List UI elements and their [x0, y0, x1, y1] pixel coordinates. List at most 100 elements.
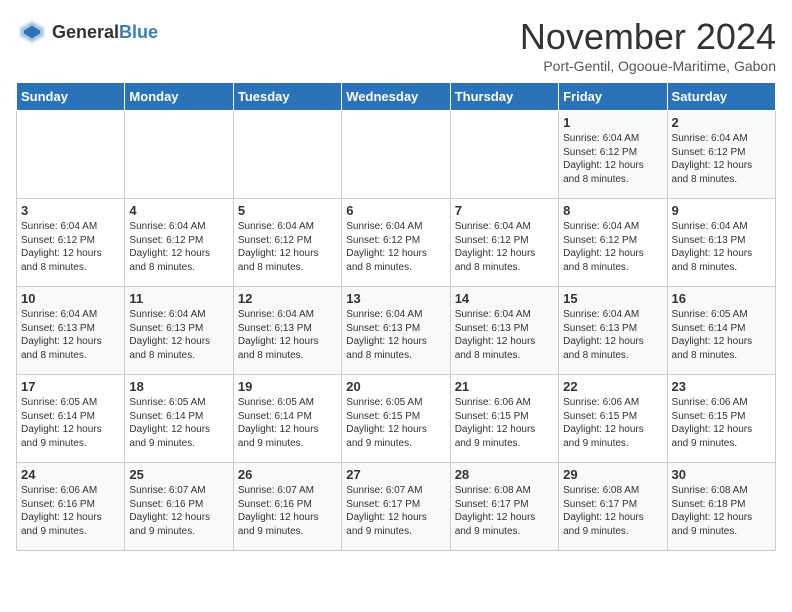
calendar-cell: 2 Sunrise: 6:04 AM Sunset: 6:12 PM Daylig… — [667, 111, 775, 199]
cell-info: Sunrise: 6:05 AM Sunset: 6:14 PM Dayligh… — [129, 396, 228, 450]
day-number: 26 — [238, 467, 337, 482]
calendar-cell: 10 Sunrise: 6:04 AM Sunset: 6:13 PM Dayli… — [17, 287, 125, 375]
cell-info: Sunrise: 6:04 AM Sunset: 6:13 PM Dayligh… — [21, 308, 120, 362]
header-thursday: Thursday — [450, 83, 558, 111]
day-number: 6 — [346, 203, 445, 218]
day-number: 3 — [21, 203, 120, 218]
calendar-cell: 17Sunrise: 6:05 AM Sunset: 6:14 PM Dayli… — [17, 375, 125, 463]
day-number: 14 — [455, 291, 554, 306]
day-number: 16 — [672, 291, 771, 306]
cell-info: Sunrise: 6:05 AM Sunset: 6:14 PM Dayligh… — [672, 308, 771, 362]
cell-info: Sunrise: 6:07 AM Sunset: 6:16 PM Dayligh… — [129, 484, 228, 538]
calendar-cell: 22 Sunrise: 6:06 AM Sunset: 6:15 PM Dayli… — [559, 375, 667, 463]
day-number: 28 — [455, 467, 554, 482]
day-number: 30 — [672, 467, 771, 482]
logo-icon — [16, 16, 48, 48]
day-number: 13 — [346, 291, 445, 306]
day-number: 21 — [455, 379, 554, 394]
cell-info: Sunrise: 6:08 AM Sunset: 6:17 PM Dayligh… — [563, 484, 662, 538]
title-area: November 2024 Port-Gentil, Ogooue-Mariti… — [520, 16, 776, 74]
calendar-cell: 11 Sunrise: 6:04 AM Sunset: 6:13 PM Dayli… — [125, 287, 233, 375]
calendar-cell — [342, 111, 450, 199]
day-number: 9 — [672, 203, 771, 218]
calendar-cell: 13 Sunrise: 6:04 AM Sunset: 6:13 PM Dayli… — [342, 287, 450, 375]
header-monday: Monday — [125, 83, 233, 111]
calendar-cell — [125, 111, 233, 199]
calendar-cell: 14 Sunrise: 6:04 AM Sunset: 6:13 PM Dayli… — [450, 287, 558, 375]
day-number: 25 — [129, 467, 228, 482]
day-number: 23 — [672, 379, 771, 394]
calendar-table: SundayMondayTuesdayWednesdayThursdayFrid… — [16, 82, 776, 551]
header: GeneralBlue November 2024 Port-Gentil, O… — [16, 16, 776, 74]
calendar-cell: 21 Sunrise: 6:06 AM Sunset: 6:15 PM Dayli… — [450, 375, 558, 463]
header-tuesday: Tuesday — [233, 83, 341, 111]
cell-info: Sunrise: 6:06 AM Sunset: 6:15 PM Dayligh… — [563, 396, 662, 450]
day-number: 29 — [563, 467, 662, 482]
header-friday: Friday — [559, 83, 667, 111]
cell-info: Sunrise: 6:04 AM Sunset: 6:13 PM Dayligh… — [129, 308, 228, 362]
cell-info: Sunrise: 6:04 AM Sunset: 6:12 PM Dayligh… — [346, 220, 445, 274]
day-number: 15 — [563, 291, 662, 306]
cell-info: Sunrise: 6:04 AM Sunset: 6:13 PM Dayligh… — [672, 220, 771, 274]
logo: GeneralBlue — [16, 16, 158, 48]
cell-info: Sunrise: 6:04 AM Sunset: 6:13 PM Dayligh… — [238, 308, 337, 362]
calendar-cell: 8Sunrise: 6:04 AM Sunset: 6:12 PM Daylig… — [559, 199, 667, 287]
day-number: 18 — [129, 379, 228, 394]
cell-info: Sunrise: 6:04 AM Sunset: 6:13 PM Dayligh… — [563, 308, 662, 362]
calendar-cell: 3 Sunrise: 6:04 AM Sunset: 6:12 PM Daylig… — [17, 199, 125, 287]
calendar-cell — [17, 111, 125, 199]
cell-info: Sunrise: 6:04 AM Sunset: 6:12 PM Dayligh… — [563, 132, 662, 186]
cell-info: Sunrise: 6:04 AM Sunset: 6:12 PM Dayligh… — [238, 220, 337, 274]
header-wednesday: Wednesday — [342, 83, 450, 111]
calendar-cell: 12 Sunrise: 6:04 AM Sunset: 6:13 PM Dayli… — [233, 287, 341, 375]
calendar-cell: 29 Sunrise: 6:08 AM Sunset: 6:17 PM Dayli… — [559, 463, 667, 551]
cell-info: Sunrise: 6:04 AM Sunset: 6:13 PM Dayligh… — [346, 308, 445, 362]
day-number: 20 — [346, 379, 445, 394]
day-number: 12 — [238, 291, 337, 306]
header-sunday: Sunday — [17, 83, 125, 111]
cell-info: Sunrise: 6:07 AM Sunset: 6:16 PM Dayligh… — [238, 484, 337, 538]
calendar-cell — [233, 111, 341, 199]
cell-info: Sunrise: 6:04 AM Sunset: 6:12 PM Dayligh… — [21, 220, 120, 274]
calendar-cell: 25 Sunrise: 6:07 AM Sunset: 6:16 PM Dayli… — [125, 463, 233, 551]
week-row-5: 24 Sunrise: 6:06 AM Sunset: 6:16 PM Dayli… — [17, 463, 776, 551]
cell-info: Sunrise: 6:08 AM Sunset: 6:18 PM Dayligh… — [672, 484, 771, 538]
day-number: 27 — [346, 467, 445, 482]
logo-blue: Blue — [119, 22, 158, 42]
calendar-cell: 7Sunrise: 6:04 AM Sunset: 6:12 PM Daylig… — [450, 199, 558, 287]
week-row-1: 1Sunrise: 6:04 AM Sunset: 6:12 PM Daylig… — [17, 111, 776, 199]
calendar-cell: 4Sunrise: 6:04 AM Sunset: 6:12 PM Daylig… — [125, 199, 233, 287]
calendar-cell: 27Sunrise: 6:07 AM Sunset: 6:17 PM Dayli… — [342, 463, 450, 551]
week-row-4: 17 Sunrise: 6:05 AM Sunset: 6:14 PM Dayli… — [17, 375, 776, 463]
calendar-cell: 9 Sunrise: 6:04 AM Sunset: 6:13 PM Daylig… — [667, 199, 775, 287]
calendar-cell: 23 Sunrise: 6:06 AM Sunset: 6:15 PM Dayli… — [667, 375, 775, 463]
day-number: 17 — [21, 379, 120, 394]
day-header-row: SundayMondayTuesdayWednesdayThursdayFrid… — [17, 83, 776, 111]
calendar-cell: 16 Sunrise: 6:05 AM Sunset: 6:14 PM Dayli… — [667, 287, 775, 375]
cell-info: Sunrise: 6:06 AM Sunset: 6:15 PM Dayligh… — [672, 396, 771, 450]
day-number: 22 — [563, 379, 662, 394]
calendar-cell: 28 Sunrise: 6:08 AM Sunset: 6:17 PM Dayli… — [450, 463, 558, 551]
cell-info: Sunrise: 6:04 AM Sunset: 6:13 PM Dayligh… — [455, 308, 554, 362]
month-title: November 2024 — [520, 16, 776, 58]
header-saturday: Saturday — [667, 83, 775, 111]
calendar-cell: 18 Sunrise: 6:05 AM Sunset: 6:14 PM Dayli… — [125, 375, 233, 463]
subtitle: Port-Gentil, Ogooue-Maritime, Gabon — [520, 58, 776, 74]
cell-info: Sunrise: 6:08 AM Sunset: 6:17 PM Dayligh… — [455, 484, 554, 538]
day-number: 10 — [21, 291, 120, 306]
day-number: 24 — [21, 467, 120, 482]
calendar-cell: 20 Sunrise: 6:05 AM Sunset: 6:15 PM Dayli… — [342, 375, 450, 463]
cell-info: Sunrise: 6:04 AM Sunset: 6:12 PM Dayligh… — [563, 220, 662, 274]
calendar-cell: 24 Sunrise: 6:06 AM Sunset: 6:16 PM Dayli… — [17, 463, 125, 551]
cell-info: Sunrise: 6:06 AM Sunset: 6:16 PM Dayligh… — [21, 484, 120, 538]
cell-info: Sunrise: 6:06 AM Sunset: 6:15 PM Dayligh… — [455, 396, 554, 450]
week-row-3: 10 Sunrise: 6:04 AM Sunset: 6:13 PM Dayli… — [17, 287, 776, 375]
calendar-cell: 5Sunrise: 6:04 AM Sunset: 6:12 PM Daylig… — [233, 199, 341, 287]
logo-text: GeneralBlue — [52, 23, 158, 42]
cell-info: Sunrise: 6:04 AM Sunset: 6:12 PM Dayligh… — [672, 132, 771, 186]
day-number: 11 — [129, 291, 228, 306]
cell-info: Sunrise: 6:05 AM Sunset: 6:15 PM Dayligh… — [346, 396, 445, 450]
day-number: 2 — [672, 115, 771, 130]
day-number: 19 — [238, 379, 337, 394]
calendar-cell — [450, 111, 558, 199]
